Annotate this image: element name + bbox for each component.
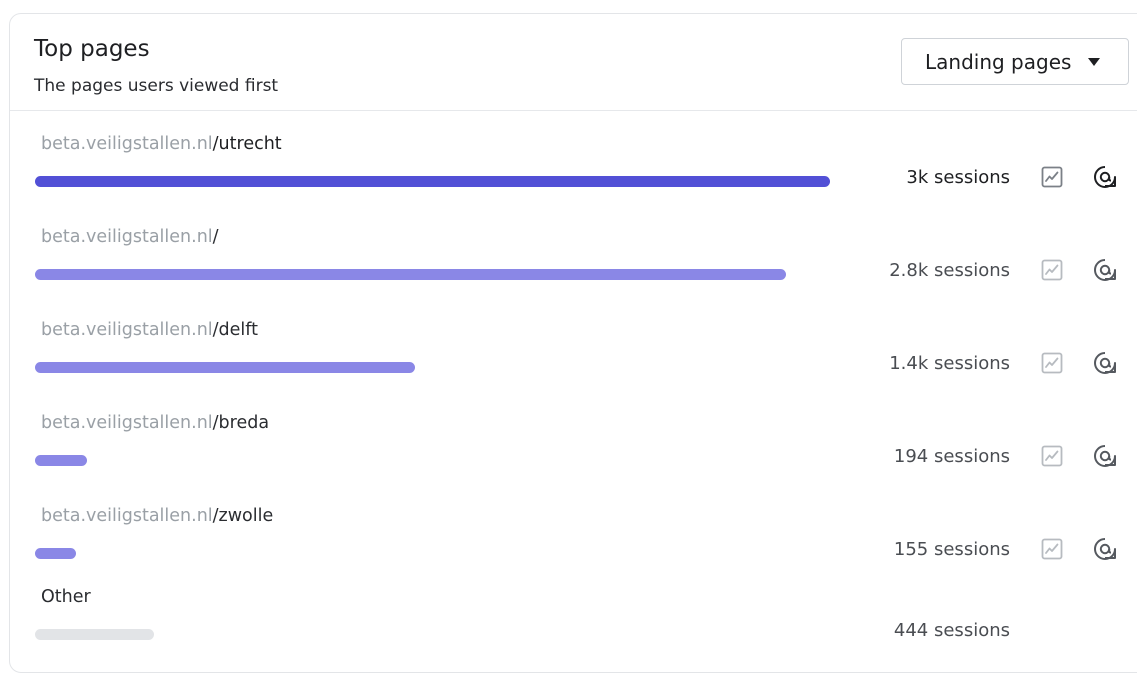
trend-chart-icon[interactable]	[1039, 536, 1065, 562]
sessions-bar	[35, 548, 76, 559]
other-sessions-bar	[35, 629, 154, 640]
page-host: beta.veiligstallen.nl	[41, 134, 213, 154]
page-path: /delft	[212, 320, 259, 340]
page-row[interactable]: beta.veiligstallen.nl/delft 1.4k sessions	[10, 320, 1137, 413]
other-sessions-count: 444 sessions	[893, 620, 1010, 641]
page-url[interactable]: beta.veiligstallen.nl/breda	[41, 413, 269, 433]
at-sign-icon[interactable]	[1092, 443, 1118, 469]
page-host: beta.veiligstallen.nl	[41, 227, 213, 247]
top-pages-card: Top pages The pages users viewed first L…	[9, 13, 1137, 673]
pages-type-dropdown[interactable]: Landing pages	[901, 38, 1129, 85]
at-sign-icon[interactable]	[1092, 257, 1118, 283]
trend-chart-icon[interactable]	[1039, 257, 1065, 283]
sessions-bar	[35, 455, 87, 466]
page-path: /breda	[212, 413, 270, 433]
page-row[interactable]: beta.veiligstallen.nl/breda 194 sessions	[10, 413, 1137, 506]
page-row[interactable]: beta.veiligstallen.nl/utrecht 3k sessions	[10, 134, 1137, 227]
other-label: Other	[41, 587, 91, 607]
page-path: /	[212, 227, 219, 247]
sessions-count: 3k sessions	[906, 167, 1010, 188]
page-url[interactable]: beta.veiligstallen.nl/zwolle	[41, 506, 273, 526]
page-host: beta.veiligstallen.nl	[41, 413, 213, 433]
page-path: /zwolle	[212, 506, 274, 526]
trend-chart-icon[interactable]	[1039, 443, 1065, 469]
at-sign-icon[interactable]	[1092, 350, 1118, 376]
page-url[interactable]: beta.veiligstallen.nl/delft	[41, 320, 258, 340]
page-path: /utrecht	[212, 134, 282, 154]
page-row[interactable]: beta.veiligstallen.nl/2.8k sessions	[10, 227, 1137, 320]
sessions-count: 194 sessions	[893, 446, 1010, 467]
dropdown-label: Landing pages	[925, 50, 1072, 74]
caret-down-icon	[1088, 58, 1100, 66]
sessions-bar	[35, 176, 830, 187]
page-row[interactable]: beta.veiligstallen.nl/zwolle 155 sessions	[10, 506, 1137, 599]
sessions-count: 155 sessions	[893, 539, 1010, 560]
at-sign-icon[interactable]	[1092, 536, 1118, 562]
trend-chart-icon[interactable]	[1039, 164, 1065, 190]
sessions-count: 2.8k sessions	[889, 260, 1010, 281]
other-row: Other 444 sessions	[10, 587, 1137, 680]
page-host: beta.veiligstallen.nl	[41, 506, 213, 526]
sessions-count: 1.4k sessions	[889, 353, 1010, 374]
sessions-bar	[35, 269, 786, 280]
card-title: Top pages	[34, 36, 150, 62]
page-url[interactable]: beta.veiligstallen.nl/	[41, 227, 219, 247]
page-host: beta.veiligstallen.nl	[41, 320, 213, 340]
card-header: Top pages The pages users viewed first L…	[10, 14, 1137, 111]
at-sign-icon[interactable]	[1092, 164, 1118, 190]
card-subtitle: The pages users viewed first	[34, 76, 279, 96]
sessions-bar	[35, 362, 415, 373]
trend-chart-icon[interactable]	[1039, 350, 1065, 376]
page-url[interactable]: beta.veiligstallen.nl/utrecht	[41, 134, 282, 154]
